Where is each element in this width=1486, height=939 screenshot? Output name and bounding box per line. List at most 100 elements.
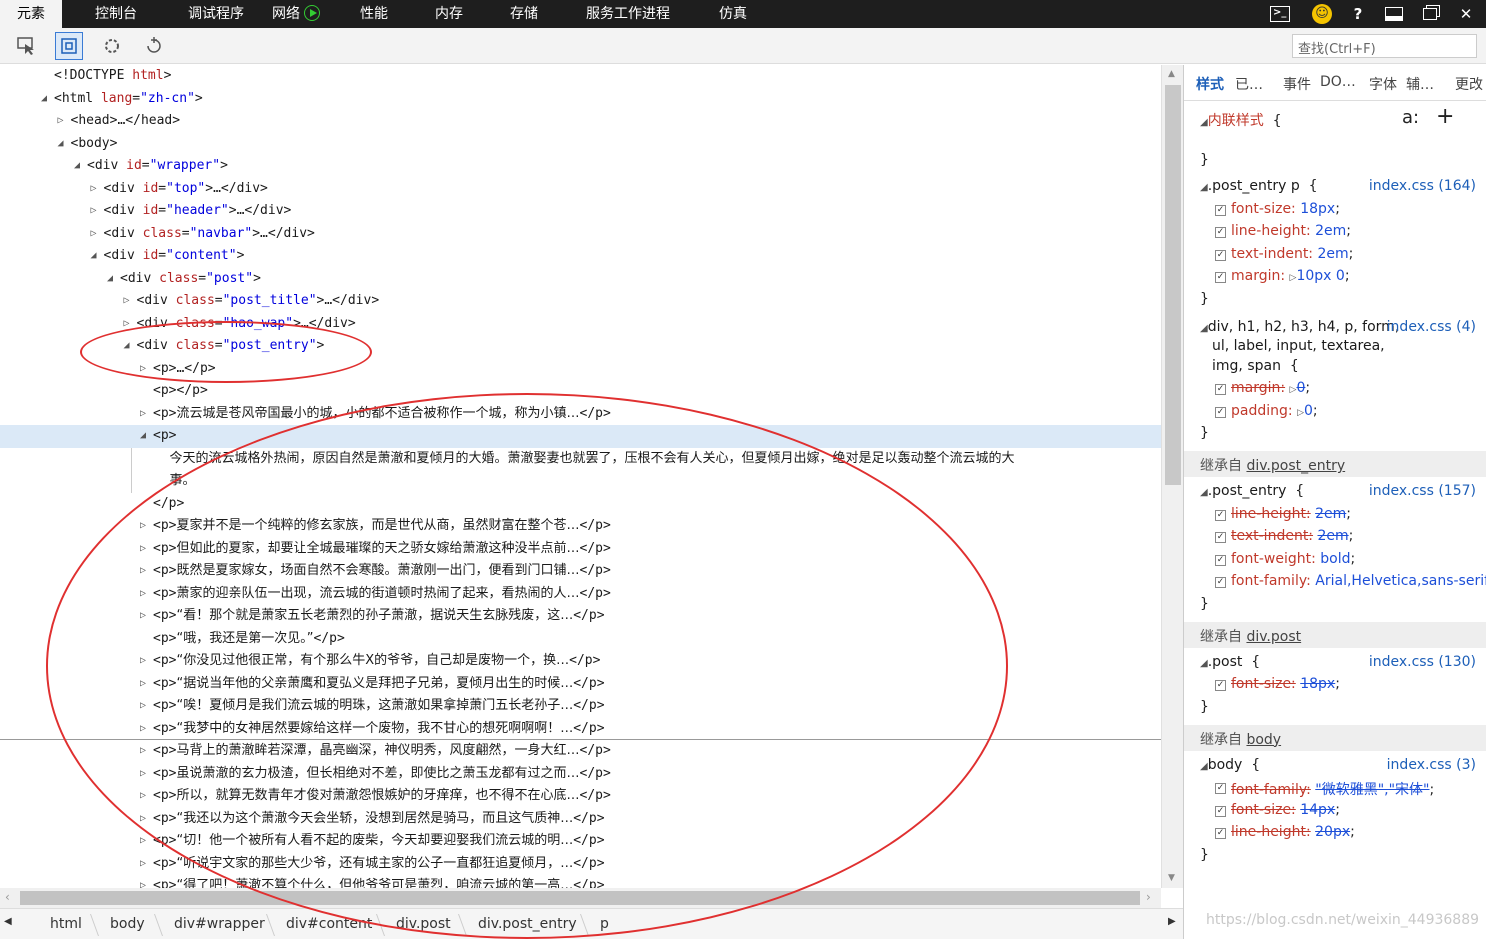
property-checkbox[interactable]: ✓: [1215, 249, 1226, 261]
dom-node-row[interactable]: ▷ <div id="top">…</div>: [0, 178, 1161, 201]
property-checkbox[interactable]: ✓: [1215, 204, 1226, 216]
breadcrumb-right-icon[interactable]: ▶: [1168, 916, 1176, 927]
property-checkbox[interactable]: ✓: [1215, 680, 1226, 691]
scroll-right-icon[interactable]: ›: [1146, 890, 1151, 904]
style-property: text-indent: 2em;: [1231, 245, 1354, 262]
rule-source-link[interactable]: index.css (130): [1369, 654, 1476, 670]
vertical-scroll-thumb[interactable]: [1165, 85, 1181, 485]
dom-node-row[interactable]: ◢ <html lang="zh-cn">: [0, 88, 1161, 111]
expand-icon[interactable]: ▷: [88, 223, 100, 246]
property-checkbox[interactable]: ✓: [1215, 577, 1226, 588]
tab-debugger[interactable]: 调试程序: [170, 0, 262, 28]
property-checkbox[interactable]: ✓: [1215, 783, 1226, 794]
smiley-icon[interactable]: ☺: [1308, 0, 1336, 28]
rule-source-link[interactable]: index.css (164): [1369, 178, 1476, 194]
dom-node-row[interactable]: ▷ <div class="post_title">…</div>: [0, 290, 1161, 313]
tab-styles[interactable]: 样式: [1196, 74, 1224, 94]
breadcrumb-wrapper[interactable]: div#wrapper: [174, 916, 265, 932]
rule-source-link[interactable]: index.css (3): [1387, 757, 1476, 773]
property-checkbox[interactable]: ✓: [1215, 554, 1226, 566]
dom-node-row[interactable]: ▷ <div class="navbar">…</div>: [0, 223, 1161, 246]
property-checkbox[interactable]: ✓: [1215, 406, 1226, 418]
dock-icon[interactable]: [1380, 0, 1408, 28]
expand-icon[interactable]: ▷: [55, 110, 67, 133]
expand-icon[interactable]: ▷: [88, 200, 100, 223]
tab-service-workers[interactable]: 服务工作进程: [562, 0, 694, 28]
console-icon[interactable]: >_: [1266, 0, 1294, 28]
help-icon[interactable]: ?: [1344, 0, 1372, 28]
scroll-up-icon[interactable]: ▲: [1168, 69, 1175, 79]
dom-node-row[interactable]: <!DOCTYPE html>: [0, 65, 1161, 88]
dom-node-text: <div id="header">…</div>: [103, 203, 292, 218]
tab-fonts[interactable]: 字体: [1369, 74, 1397, 94]
dom-node-row[interactable]: ◢ <div id="wrapper">: [0, 155, 1161, 178]
add-rule-button[interactable]: +: [1436, 104, 1454, 129]
expand-icon[interactable]: ▷: [137, 875, 149, 888]
breadcrumb-separator: [265, 914, 276, 936]
rule-close-brace: }: [1200, 425, 1209, 441]
collapse-icon[interactable]: ◢: [137, 425, 149, 448]
inline-style-rule: ◢内联样式 {: [1200, 113, 1282, 129]
expand-icon[interactable]: ▷: [88, 178, 100, 201]
rule-source-link[interactable]: index.css (157): [1369, 483, 1476, 499]
select-element-icon[interactable]: [12, 32, 40, 60]
rule-selector: ◢.post {: [1200, 653, 1261, 670]
property-checkbox[interactable]: ✓: [1215, 227, 1226, 238]
tab-network-label: 网络: [272, 6, 300, 22]
tab-performance[interactable]: 性能: [336, 0, 412, 28]
expand-icon[interactable]: ▷: [137, 403, 149, 426]
tab-computed[interactable]: 已…: [1235, 74, 1263, 94]
color-picker-icon[interactable]: [140, 32, 168, 60]
rule-source-link[interactable]: index.css (4): [1387, 319, 1476, 335]
dom-node-text: <div class="navbar">…</div>: [103, 225, 315, 241]
tab-network[interactable]: 网络: [262, 0, 336, 28]
refresh-icon[interactable]: [98, 32, 126, 60]
property-checkbox[interactable]: ✓: [1215, 272, 1226, 283]
tab-console[interactable]: 控制台: [62, 0, 170, 28]
collapse-icon[interactable]: ◢: [55, 133, 67, 156]
expand-icon[interactable]: ▷: [121, 290, 133, 313]
dom-node-text: <p>: [153, 428, 177, 443]
property-checkbox[interactable]: ✓: [1215, 828, 1226, 839]
property-checkbox[interactable]: ✓: [1215, 532, 1226, 543]
property-checkbox[interactable]: ✓: [1215, 384, 1226, 395]
collapse-icon[interactable]: ◢: [88, 245, 100, 268]
breadcrumb-html[interactable]: html: [50, 916, 82, 932]
dom-vertical-scrollbar[interactable]: ▲ ▼: [1161, 65, 1183, 888]
pseudo-state-button[interactable]: a:: [1402, 107, 1419, 128]
style-property: line-height: 2em;: [1231, 505, 1352, 522]
collapse-icon[interactable]: ◢: [38, 88, 50, 111]
tab-storage[interactable]: 存储: [486, 0, 562, 28]
tab-memory[interactable]: 内存: [412, 0, 486, 28]
find-input[interactable]: 查找(Ctrl+F): [1292, 34, 1477, 58]
tab-dom[interactable]: DO…: [1320, 74, 1356, 90]
dom-node-row[interactable]: ▷ <head>…</head>: [0, 110, 1161, 133]
breadcrumb-body[interactable]: body: [110, 916, 145, 932]
tab-accessibility[interactable]: 辅…: [1406, 74, 1434, 94]
dom-node-row[interactable]: ▷ <div id="header">…</div>: [0, 200, 1161, 223]
property-checkbox[interactable]: ✓: [1215, 509, 1226, 521]
tab-events[interactable]: 事件: [1283, 74, 1311, 94]
dom-node-row[interactable]: ◢ <div id="content">: [0, 245, 1161, 268]
tab-elements[interactable]: 元素: [0, 0, 62, 28]
style-property: font-size: 18px;: [1231, 200, 1340, 217]
tab-changes[interactable]: 更改: [1455, 74, 1483, 94]
top-tab-bar: 元素 控制台 调试程序 网络 性能 内存 存储 服务工作进程 仿真 >_ ☺ ?…: [0, 0, 1486, 28]
box-model-icon[interactable]: [55, 32, 83, 60]
undock-icon[interactable]: [1416, 0, 1444, 28]
tab-emulation[interactable]: 仿真: [694, 0, 772, 28]
dom-node-row[interactable]: ◢ <body>: [0, 133, 1161, 156]
scroll-left-icon[interactable]: ‹: [5, 890, 10, 904]
property-checkbox[interactable]: ✓: [1215, 805, 1226, 817]
style-property: padding: ▷0;: [1231, 402, 1318, 419]
breadcrumb-separator: [89, 914, 100, 936]
collapse-icon[interactable]: ◢: [104, 268, 116, 291]
close-icon[interactable]: ✕: [1452, 0, 1480, 28]
collapse-icon[interactable]: ◢: [71, 155, 83, 178]
dom-node-row[interactable]: ◢ <div class="post">: [0, 268, 1161, 291]
breadcrumb-left-icon[interactable]: ◀: [4, 916, 12, 927]
scroll-down-icon[interactable]: ▼: [1168, 873, 1175, 883]
expand-icon[interactable]: ▷: [137, 853, 149, 876]
rule-selector: ◢div, h1, h2, h3, h4, p, form,: [1200, 318, 1400, 335]
style-property: margin: ▷0;: [1231, 380, 1311, 396]
